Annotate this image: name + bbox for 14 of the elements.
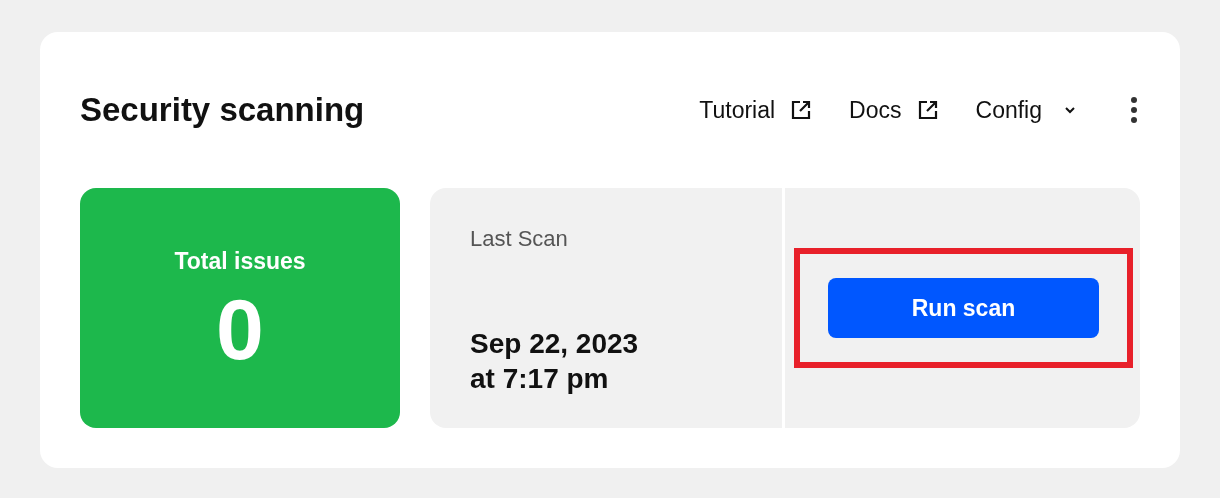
issue-count: 0 bbox=[216, 286, 264, 373]
last-scan-label: Last Scan bbox=[470, 225, 569, 253]
card-title: Security scanning bbox=[80, 90, 365, 130]
tile-label: Total issues bbox=[174, 246, 306, 276]
external-link-icon bbox=[917, 100, 938, 120]
chevron-down-icon bbox=[1064, 106, 1076, 114]
config-dropdown[interactable]: Config bbox=[975, 92, 1076, 128]
more-options-icon[interactable] bbox=[1130, 96, 1138, 124]
doc-link[interactable]: Docs bbox=[849, 92, 938, 128]
doc-link[interactable]: Tutorial bbox=[699, 92, 812, 128]
external-link-icon bbox=[791, 100, 812, 120]
scan-date: Sep 22, 2023 bbox=[470, 327, 640, 361]
run-scan-button[interactable]: Run scan bbox=[828, 278, 1099, 338]
scan-time: at 7:17 pm bbox=[470, 362, 610, 396]
